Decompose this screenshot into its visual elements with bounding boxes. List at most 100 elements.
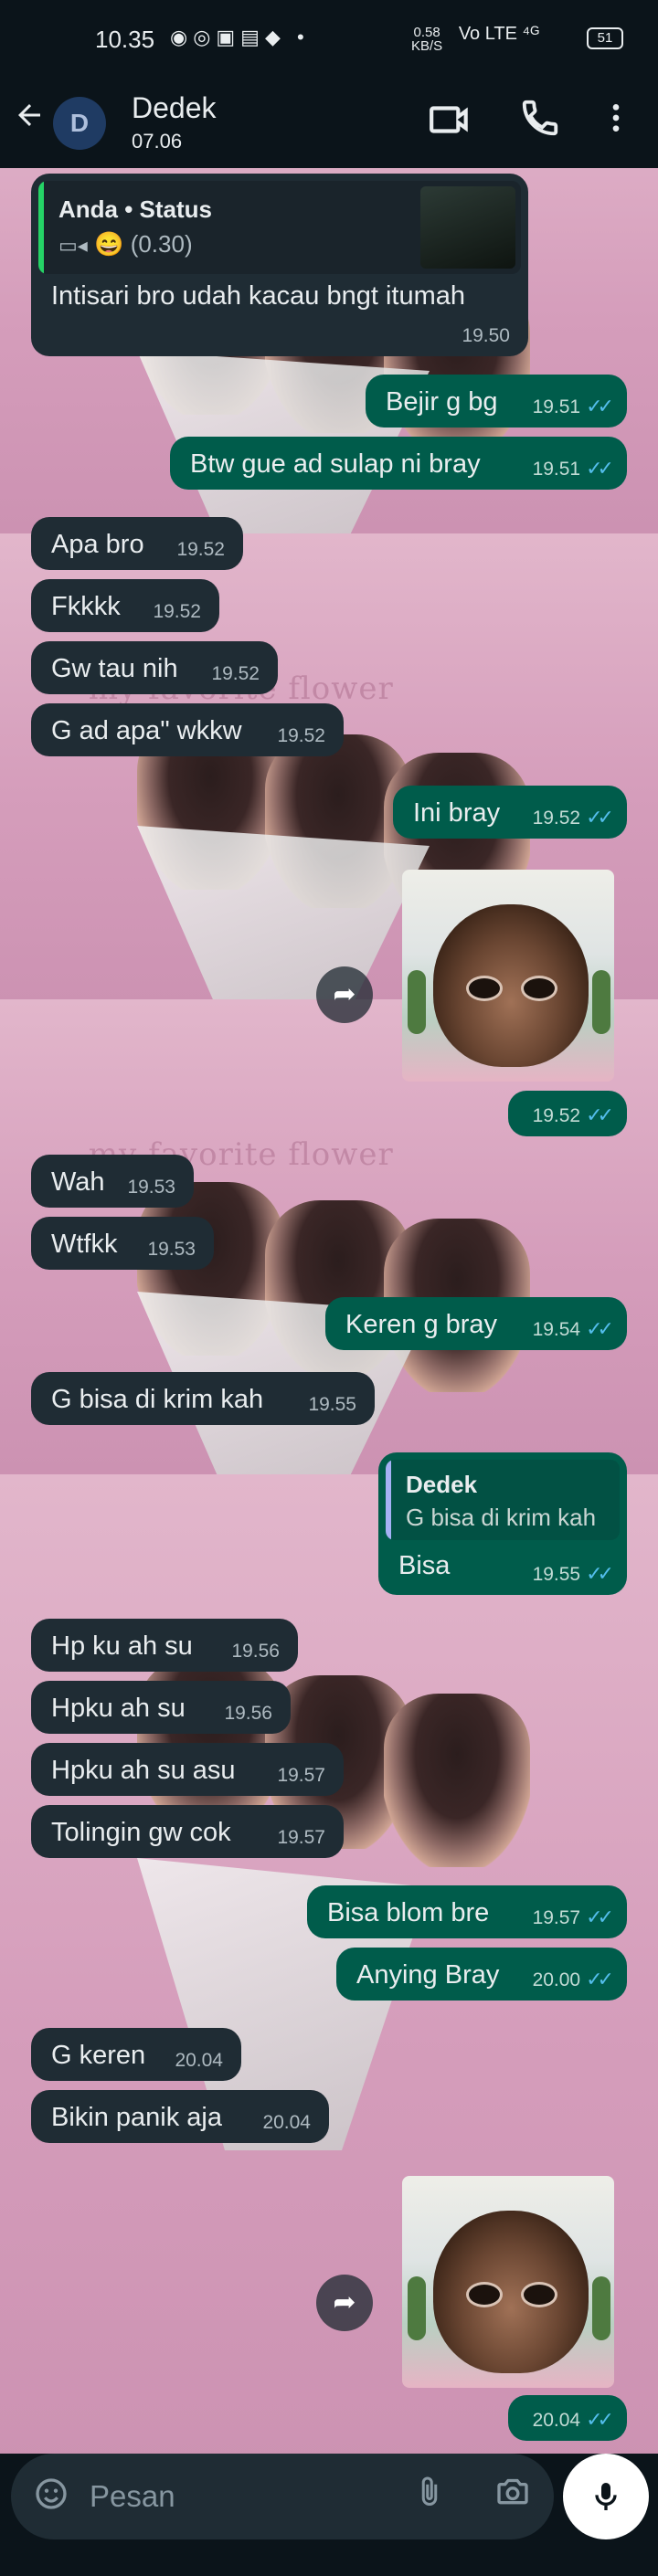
forward-icon[interactable]: ➦ xyxy=(316,966,373,1023)
video-icon: ▭◂ xyxy=(58,234,88,257)
message-text: Bisa xyxy=(398,1551,451,1580)
battery-icon: 51 xyxy=(587,27,623,49)
message-input[interactable] xyxy=(88,2476,366,2518)
quoted-message[interactable]: Dedek G bisa di krim kah xyxy=(386,1460,620,1540)
phone-call-icon[interactable] xyxy=(519,97,570,148)
message-text: Fkkkk xyxy=(51,592,121,621)
message-bubble-incoming[interactable]: Gw tau nih 19.52 xyxy=(31,641,278,694)
message-time: 19.53 xyxy=(147,1239,196,1260)
message-time: 19.51 xyxy=(532,396,581,417)
message-text: Tolingin gw cok xyxy=(51,1818,231,1847)
sticker-message[interactable] xyxy=(398,866,618,1085)
message-bubble-incoming[interactable]: Fkkkk 19.52 xyxy=(31,579,219,632)
message-time: 20.04 xyxy=(262,2112,311,2133)
read-receipt-icon: ✓✓ xyxy=(586,1968,614,1990)
monkey-sticker-image[interactable] xyxy=(402,2176,614,2388)
last-seen: 07.06 xyxy=(132,130,183,153)
message-text: Hpku ah su xyxy=(51,1694,186,1723)
message-bubble-outgoing[interactable]: Dedek G bisa di krim kah Bisa 19.55 ✓✓ xyxy=(378,1452,627,1595)
read-receipt-icon: ✓✓ xyxy=(586,1317,614,1340)
message-text: Hp ku ah su xyxy=(51,1631,193,1661)
message-bubble-incoming[interactable]: G bisa di krim kah 19.55 xyxy=(31,1372,375,1425)
sticker-time-badge: 20.04 ✓✓ xyxy=(508,2395,627,2441)
attach-icon[interactable] xyxy=(413,2474,446,2519)
chat-header: D Dedek 07.06 xyxy=(0,77,658,168)
forward-icon[interactable]: ➦ xyxy=(316,2275,373,2331)
more-menu-icon[interactable] xyxy=(598,97,649,148)
read-receipt-icon: ✓✓ xyxy=(586,457,614,480)
message-bubble-incoming[interactable]: Hpku ah su asu 19.57 xyxy=(31,1743,344,1796)
message-bubble-incoming[interactable]: G keren 20.04 xyxy=(31,2028,241,2081)
message-bubble-incoming[interactable]: Tolingin gw cok 19.57 xyxy=(31,1805,344,1858)
sticker-time-badge: 19.52 ✓✓ xyxy=(508,1091,627,1136)
message-time: 19.52 xyxy=(532,1105,581,1126)
quoted-status[interactable]: Anda • Status ▭◂ 😄 (0.30) xyxy=(38,181,521,274)
message-text: Hpku ah su asu xyxy=(51,1756,236,1785)
read-receipt-icon: ✓✓ xyxy=(586,806,614,829)
read-receipt-icon: ✓✓ xyxy=(586,1562,614,1585)
avatar[interactable]: D xyxy=(53,97,106,150)
video-call-icon[interactable] xyxy=(428,97,479,148)
message-time: 19.54 xyxy=(532,1319,581,1340)
message-time: 19.50 xyxy=(462,325,510,346)
message-bubble-outgoing[interactable]: Bejir g bg 19.51 ✓✓ xyxy=(366,375,627,428)
message-bubble-incoming[interactable]: Anda • Status ▭◂ 😄 (0.30) Intisari bro u… xyxy=(31,174,528,356)
message-text: G keren xyxy=(51,2041,146,2070)
message-time: 19.52 xyxy=(176,539,225,560)
message-bubble-incoming[interactable]: Bikin panik aja 20.04 xyxy=(31,2090,329,2143)
message-time: 19.55 xyxy=(532,1564,581,1585)
message-bubble-incoming[interactable]: Wtfkk 19.53 xyxy=(31,1217,214,1270)
read-receipt-icon: ✓✓ xyxy=(586,1103,614,1126)
message-bubble-incoming[interactable]: G ad apa" wkkw 19.52 xyxy=(31,703,344,756)
message-text: Keren g bray xyxy=(345,1310,498,1339)
notification-icons: ◉◎▣▤◆ • xyxy=(170,26,310,48)
network-indicator: Vo LTE ⁴ᴳ xyxy=(458,24,539,44)
message-input-bar xyxy=(0,2454,658,2576)
message-time: 19.57 xyxy=(532,1907,581,1928)
quote-duration: (0.30) xyxy=(130,230,193,258)
net-speed: 0.58 KB/S xyxy=(411,25,443,54)
message-bubble-outgoing[interactable]: Bisa blom bre 19.57 ✓✓ xyxy=(307,1885,627,1938)
message-time: 20.04 xyxy=(175,2050,223,2071)
message-text: Bikin panik aja xyxy=(51,2103,222,2132)
message-bubble-outgoing[interactable]: Anying Bray 20.00 ✓✓ xyxy=(336,1948,627,2001)
message-text: Wah xyxy=(51,1167,105,1197)
clock: 10.35 xyxy=(95,26,155,53)
voice-record-button[interactable] xyxy=(563,2454,649,2539)
back-arrow-icon[interactable] xyxy=(13,99,46,138)
message-time: 19.52 xyxy=(153,601,201,622)
message-time: 20.04 xyxy=(532,2410,581,2431)
contact-name[interactable]: Dedek xyxy=(132,91,217,125)
monkey-sticker-image[interactable] xyxy=(402,870,614,1082)
sticker-message[interactable] xyxy=(398,2172,618,2391)
read-receipt-icon: ✓✓ xyxy=(586,395,614,417)
message-bubble-incoming[interactable]: Apa bro 19.52 xyxy=(31,517,243,570)
message-bubble-outgoing[interactable]: Ini bray 19.52 ✓✓ xyxy=(393,786,627,839)
message-bubble-incoming[interactable]: Wah 19.53 xyxy=(31,1155,194,1208)
message-time: 19.56 xyxy=(224,1703,272,1724)
message-text: G bisa di krim kah xyxy=(51,1385,264,1414)
read-receipt-icon: ✓✓ xyxy=(586,2408,614,2431)
quote-author: Anda • Status xyxy=(58,195,213,223)
message-time: 19.53 xyxy=(127,1177,175,1198)
emoji-icon[interactable] xyxy=(33,2476,69,2520)
message-text: Ini bray xyxy=(413,798,501,828)
message-text: Apa bro xyxy=(51,530,144,559)
read-receipt-icon: ✓✓ xyxy=(586,1906,614,1928)
camera-icon[interactable] xyxy=(494,2474,532,2518)
message-bubble-incoming[interactable]: Hp ku ah su 19.56 xyxy=(31,1619,298,1672)
message-time: 19.57 xyxy=(277,1827,325,1848)
message-text: G ad apa" wkkw xyxy=(51,716,242,745)
message-text: Btw gue ad sulap ni bray xyxy=(190,449,481,479)
quote-text: ▭◂ 😄 (0.30) xyxy=(58,230,193,259)
message-bubble-outgoing[interactable]: Btw gue ad sulap ni bray 19.51 ✓✓ xyxy=(170,437,627,490)
message-text: Gw tau nih xyxy=(51,654,178,683)
message-text: Bejir g bg xyxy=(386,387,498,417)
message-time: 19.56 xyxy=(231,1641,280,1662)
composer xyxy=(11,2454,554,2539)
message-text: Bisa blom bre xyxy=(327,1898,490,1927)
message-bubble-outgoing[interactable]: Keren g bray 19.54 ✓✓ xyxy=(325,1297,627,1350)
status-thumbnail xyxy=(420,186,515,269)
message-bubble-incoming[interactable]: Hpku ah su 19.56 xyxy=(31,1681,291,1734)
mic-icon xyxy=(588,2476,624,2522)
